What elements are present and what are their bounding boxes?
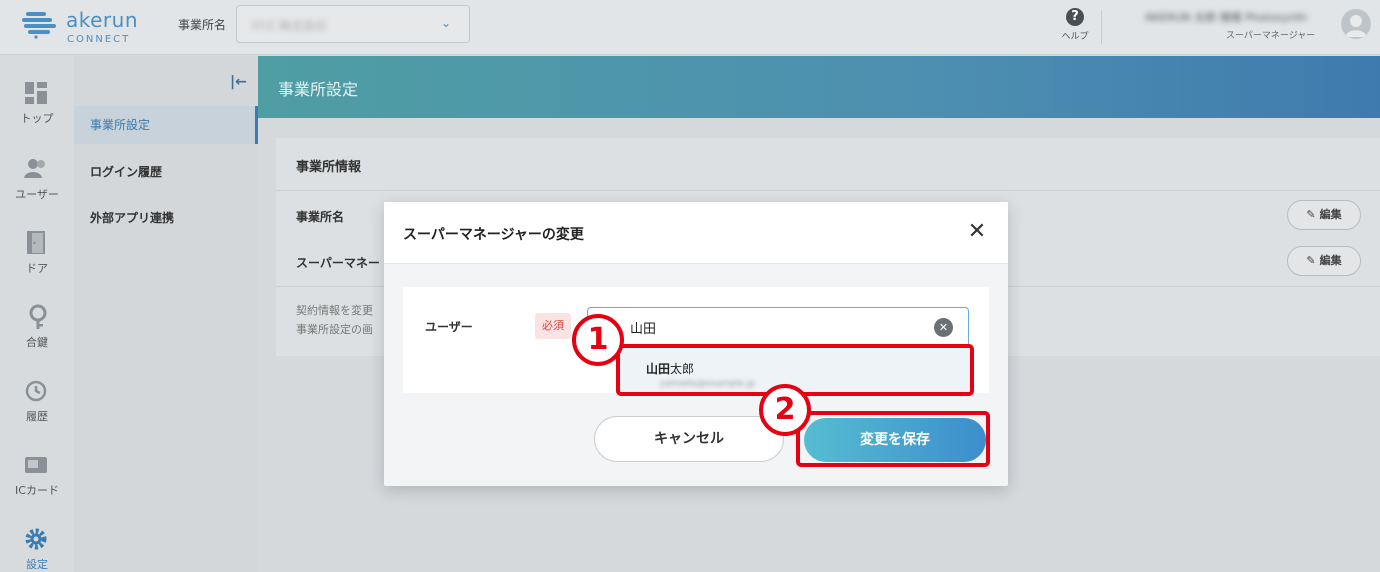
- step-badge-2: 2: [759, 384, 811, 436]
- edit-label: 編集: [1319, 254, 1342, 267]
- brand-name: akerun: [66, 8, 139, 32]
- history-icon: [25, 380, 47, 402]
- nav-label: ドア: [26, 262, 48, 275]
- nav-label: 合鍵: [26, 336, 48, 349]
- header-divider: [1101, 10, 1102, 44]
- pencil-icon: ✎: [1306, 254, 1316, 267]
- step-badge-1: 1: [572, 314, 624, 366]
- top-header: akerun CONNECT 事業所名 XYZ 株式会社 ⌄ ? ヘルプ AKE…: [0, 0, 1380, 55]
- page-header: 事業所設定: [258, 56, 1380, 118]
- user-search-field[interactable]: ✕: [587, 307, 969, 347]
- chevron-down-icon: ⌄: [440, 16, 451, 30]
- sidemenu-item-office-settings[interactable]: 事業所設定: [74, 106, 258, 144]
- page-title: 事業所設定: [278, 80, 359, 99]
- office-select[interactable]: XYZ 株式会社 ⌄: [236, 5, 470, 43]
- nav-label: ICカード: [15, 484, 59, 497]
- office-select-value: XYZ 株式会社: [251, 19, 327, 33]
- side-menu: |← 事業所設定 ログイン履歴 外部アプリ連携: [74, 56, 258, 572]
- save-button[interactable]: 変更を保存: [804, 418, 986, 462]
- section-title: 事業所情報: [296, 160, 362, 175]
- user-role: スーパーマネージャー: [1226, 31, 1316, 41]
- help-icon: ?: [1066, 8, 1084, 26]
- nav-item-key[interactable]: 合鍵: [0, 304, 74, 374]
- nav-item-history[interactable]: 履歴: [0, 378, 74, 448]
- help-label: ヘルプ: [1061, 32, 1089, 42]
- collapse-sidebar-icon[interactable]: |←: [230, 74, 247, 90]
- nav-label: 履歴: [26, 410, 48, 423]
- pencil-icon: ✎: [1306, 208, 1316, 221]
- row-label-office-name: 事業所名: [296, 210, 345, 224]
- save-highlight: 変更を保存: [796, 411, 990, 467]
- nav-item-users[interactable]: ユーザー: [0, 156, 74, 226]
- top-icon: [25, 82, 47, 104]
- edit-label: 編集: [1319, 208, 1342, 221]
- divider: [276, 190, 1380, 191]
- help-button[interactable]: ? ヘルプ: [1060, 8, 1090, 44]
- note-line-2: 事業所設定の画: [296, 323, 373, 336]
- nav-item-door[interactable]: ドア: [0, 230, 74, 300]
- suggestion-subtext: yamada@example.jp: [660, 379, 756, 389]
- users-icon: [24, 159, 45, 178]
- modal-header: スーパーマネージャーの変更 ✕: [384, 202, 1008, 264]
- modal-title: スーパーマネージャーの変更: [403, 227, 584, 243]
- suggestion-text: 山田太郎: [646, 360, 694, 377]
- logo-mark-icon: [22, 12, 56, 39]
- edit-office-name-button[interactable]: ✎ 編集: [1287, 200, 1361, 230]
- user-field-label: ユーザー: [425, 320, 473, 334]
- nav-item-top[interactable]: トップ: [0, 80, 74, 150]
- cancel-button[interactable]: キャンセル: [594, 416, 784, 462]
- nav-item-settings[interactable]: 設定: [0, 526, 74, 572]
- avatar[interactable]: [1341, 9, 1371, 39]
- note-line-1: 契約情報を変更: [296, 304, 373, 317]
- nav-label: トップ: [20, 112, 54, 125]
- ic-card-icon: [25, 457, 47, 473]
- door-icon: [27, 231, 45, 254]
- edit-super-manager-button[interactable]: ✎ 編集: [1287, 246, 1361, 276]
- akerun-logo[interactable]: akerun CONNECT: [22, 8, 142, 45]
- settings-icon: [25, 528, 47, 550]
- icon-nav: トップ ユーザー ドア 合鍵 履歴 ICカード 設定: [0, 56, 74, 572]
- clear-input-icon[interactable]: ✕: [934, 318, 953, 337]
- sidemenu-item-external-apps[interactable]: 外部アプリ連携: [74, 199, 258, 237]
- nav-item-ic-card[interactable]: ICカード: [0, 452, 74, 522]
- user-name[interactable]: AKERUN 太郎 様様 Photosynth: [1145, 9, 1307, 25]
- nav-label: 設定: [26, 558, 48, 571]
- office-label: 事業所名: [178, 18, 227, 32]
- close-icon[interactable]: ✕: [966, 220, 988, 244]
- nav-label: ユーザー: [15, 188, 59, 201]
- suggestion-match: 山田: [646, 362, 671, 376]
- user-search-input[interactable]: [630, 317, 920, 337]
- suggestion-rest: 太郎: [670, 362, 695, 376]
- avatar-icon: [1345, 15, 1367, 37]
- brand-sub: CONNECT: [67, 34, 131, 45]
- row-label-super-manager: スーパーマネー: [296, 256, 380, 270]
- key-icon: [29, 304, 47, 329]
- sidemenu-item-login-history[interactable]: ログイン履歴: [74, 153, 258, 191]
- required-badge: 必須: [535, 313, 571, 339]
